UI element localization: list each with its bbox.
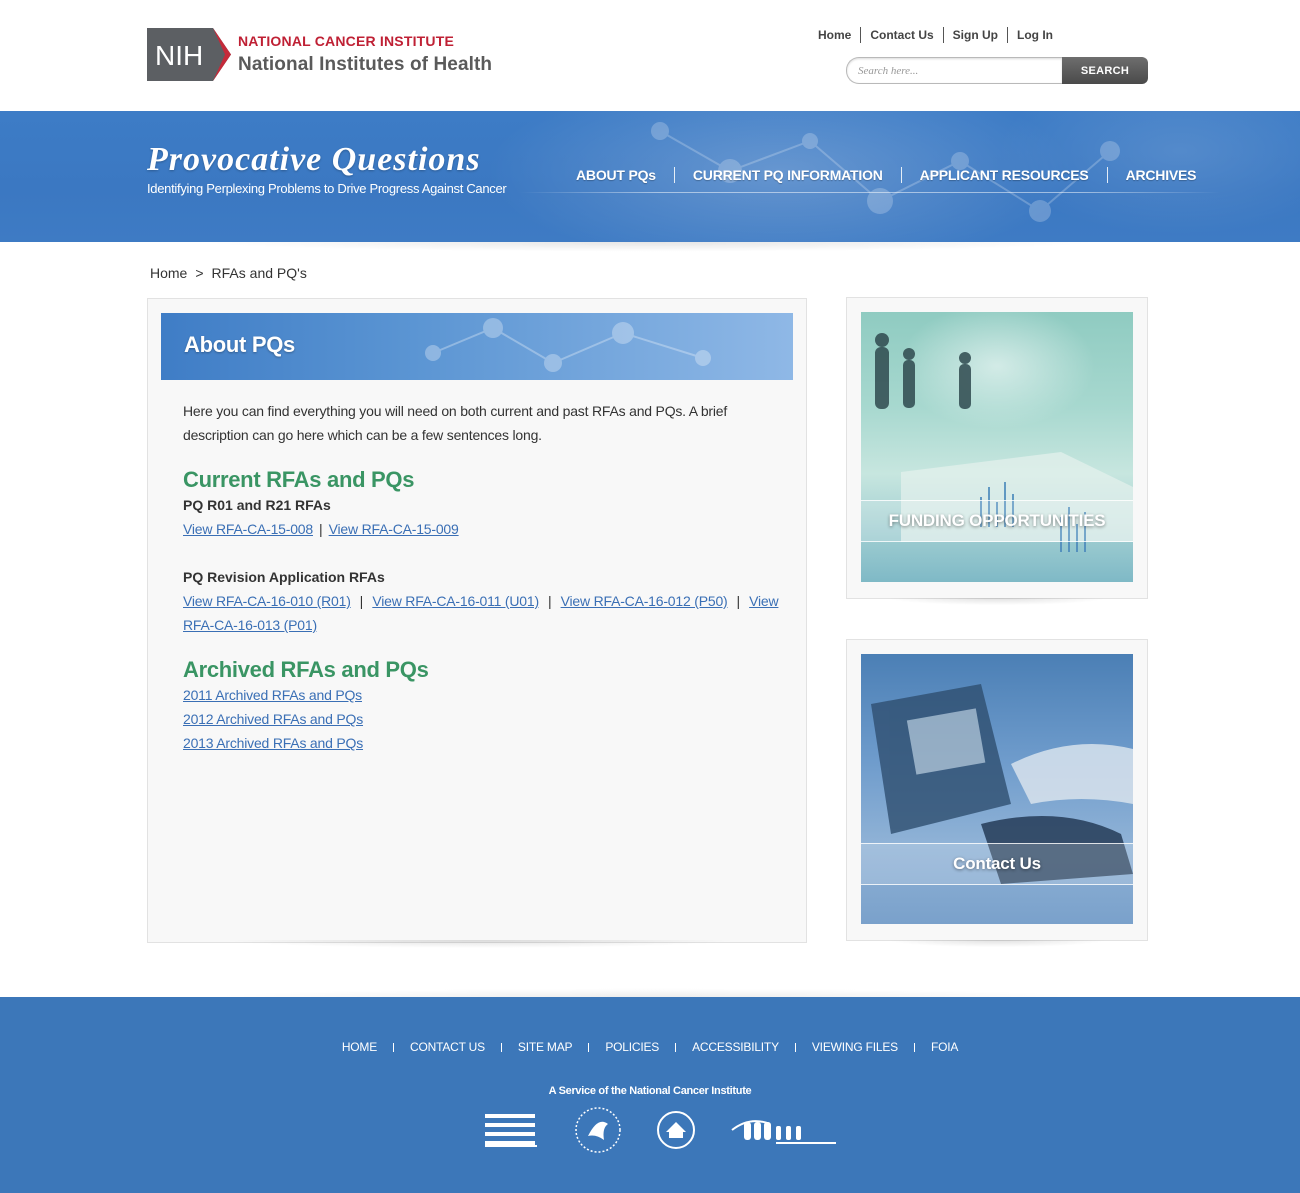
page-title: About PQs [184, 332, 295, 357]
nav-current-pq-information[interactable]: CURRENT PQ INFORMATION [675, 167, 901, 183]
main-content-panel: About PQs Here you can find everything y… [147, 298, 807, 943]
nav-about-pqs[interactable]: ABOUT PQs [558, 167, 674, 183]
section-header: About PQs [161, 313, 793, 380]
footer-sitemap-link[interactable]: SITE MAP [502, 1040, 588, 1054]
hhs-eagle-logo-icon[interactable] [574, 1106, 622, 1159]
link-separator: | [547, 593, 552, 609]
contact-image: Contact Us [861, 654, 1133, 924]
archive-link[interactable]: 2013 Archived RFAs and PQs [183, 735, 363, 751]
intro-text: Here you can find everything you will ne… [183, 403, 728, 443]
nav-underline [520, 192, 1220, 193]
breadcrumb-home-link[interactable]: Home [150, 265, 187, 281]
current-rfas-heading: Current RFAs and PQs [183, 467, 415, 492]
footer-viewing-files-link[interactable]: VIEWING FILES [796, 1040, 914, 1054]
nci-logo[interactable]: NIH NATIONAL CANCER INSTITUTE National I… [147, 28, 492, 81]
archive-link[interactable]: 2012 Archived RFAs and PQs [183, 711, 363, 727]
util-contact-link[interactable]: Contact Us [861, 27, 942, 43]
panel-shadow [160, 940, 800, 962]
funding-band: FUNDING OPPORTUNITIES [861, 500, 1133, 542]
link-separator: | [736, 593, 741, 609]
nav-applicant-resources[interactable]: APPLICANT RESOURCES [902, 167, 1107, 183]
footer-home-link[interactable]: HOME [326, 1040, 393, 1054]
r01-link-list: View RFA-CA-15-008 | View RFA-CA-15-009 [183, 517, 783, 541]
breadcrumb: Home > RFAs and PQ's [150, 265, 307, 281]
breadcrumb-current: RFAs and PQ's [211, 265, 307, 281]
main-nav: ABOUT PQs CURRENT PQ INFORMATION APPLICA… [558, 167, 1214, 183]
util-login-link[interactable]: Log In [1008, 27, 1062, 43]
nih-badge-text: NIH [155, 40, 203, 71]
search-form: SEARCH [846, 57, 1148, 84]
revision-link-list: View RFA-CA-16-010 (R01) | View RFA-CA-16-… [183, 589, 783, 637]
footer-policies-link[interactable]: POLICIES [589, 1040, 675, 1054]
link-separator: | [359, 593, 364, 609]
card-shadow [860, 598, 1134, 618]
content-body: Here you can find everything you will ne… [183, 399, 783, 755]
archived-link-list: 2011 Archived RFAs and PQs 2012 Archived… [183, 683, 783, 755]
nih-badge-icon: NIH [147, 28, 231, 81]
footer-accessibility-link[interactable]: ACCESSIBILITY [676, 1040, 795, 1054]
archived-rfas-heading: Archived RFAs and PQs [183, 657, 429, 682]
breadcrumb-separator: > [195, 265, 204, 281]
card-shadow [860, 940, 1134, 960]
utility-nav: Home Contact Us Sign Up Log In [809, 27, 1062, 43]
footer-logos [484, 1106, 838, 1159]
rfa-link[interactable]: View RFA-CA-16-012 (P50) [561, 593, 728, 609]
footer-contact-link[interactable]: CONTACT US [394, 1040, 501, 1054]
revision-subheading: PQ Revision Application RFAs [183, 569, 385, 585]
util-signup-link[interactable]: Sign Up [944, 27, 1007, 43]
site-header: NIH NATIONAL CANCER INSTITUTE National I… [0, 0, 1300, 111]
funding-opportunities-card[interactable]: FUNDING OPPORTUNITIES [846, 297, 1148, 599]
rfa-link[interactable]: View RFA-CA-15-008 [183, 521, 313, 537]
contact-us-card[interactable]: Contact Us [846, 639, 1148, 941]
nih-seal-logo-icon[interactable] [656, 1110, 696, 1155]
rfa-link[interactable]: View RFA-CA-16-010 (R01) [183, 593, 351, 609]
nav-archives[interactable]: ARCHIVES [1108, 167, 1215, 183]
rfa-link[interactable]: View RFA-CA-15-009 [329, 521, 459, 537]
contact-label: Contact Us [953, 854, 1041, 873]
usa-gov-logo-icon[interactable] [730, 1112, 838, 1153]
footer-shadow [80, 978, 1220, 998]
r01-r21-subheading: PQ R01 and R21 RFAs [183, 497, 331, 513]
site-footer: HOME CONTACT US SITE MAP POLICIES ACCESS… [0, 997, 1300, 1193]
contact-band: Contact Us [861, 843, 1133, 885]
national-cancer-institute-logo-icon[interactable] [484, 1112, 540, 1153]
site-tagline: Identifying Perplexing Problems to Drive… [147, 181, 507, 196]
banner-shadow [80, 242, 1220, 262]
archive-link[interactable]: 2011 Archived RFAs and PQs [183, 687, 362, 703]
hero-banner: Provocative Questions Identifying Perple… [0, 111, 1300, 242]
link-separator: | [318, 521, 323, 537]
footer-foia-link[interactable]: FOIA [915, 1040, 974, 1054]
search-button[interactable]: SEARCH [1062, 57, 1148, 84]
service-statement: A Service of the National Cancer Institu… [548, 1085, 752, 1097]
logo-line-nih: National Institutes of Health [238, 54, 493, 75]
molecule-pattern-icon [425, 318, 711, 372]
rfa-link[interactable]: View RFA-CA-16-011 (U01) [372, 593, 539, 609]
util-home-link[interactable]: Home [809, 27, 860, 43]
funding-label: FUNDING OPPORTUNITIES [888, 511, 1106, 530]
site-title[interactable]: Provocative Questions [147, 141, 481, 179]
logo-line-institute: NATIONAL CANCER INSTITUTE [238, 33, 455, 49]
footer-nav: HOME CONTACT US SITE MAP POLICIES ACCESS… [0, 1040, 1300, 1054]
search-input[interactable] [846, 57, 1062, 84]
funding-image: FUNDING OPPORTUNITIES [861, 312, 1133, 582]
